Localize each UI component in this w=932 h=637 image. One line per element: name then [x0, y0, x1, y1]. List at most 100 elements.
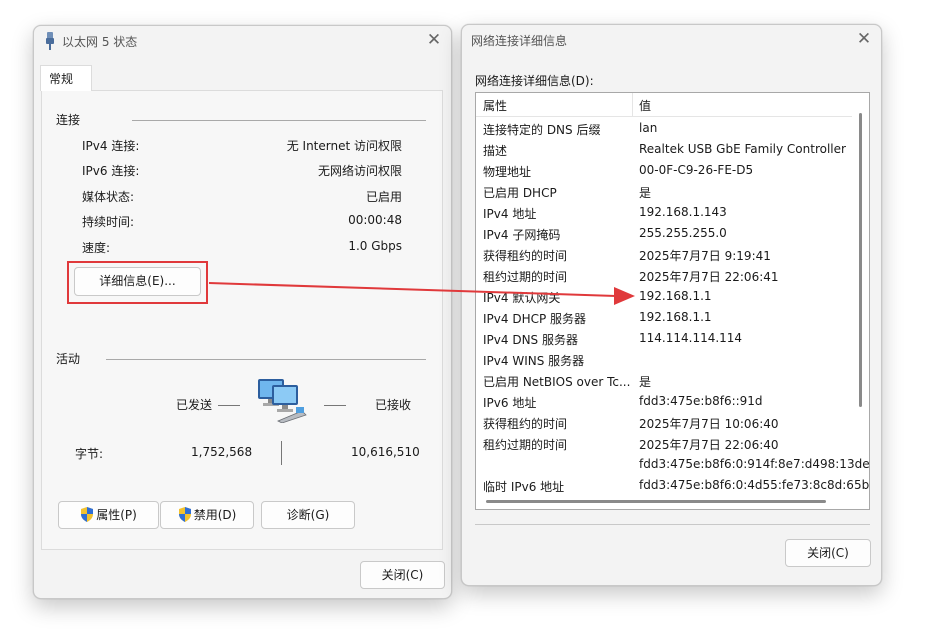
media-state-value: 已启用 [365, 190, 402, 204]
property-cell: 租约过期的时间 [483, 438, 568, 452]
list-item[interactable]: 已启用 NetBIOS over Tc... 是 [476, 370, 852, 391]
divider [475, 524, 870, 525]
window-title: 以太网 5 状态 [62, 35, 138, 49]
property-cell: 描述 [483, 144, 508, 158]
list-item[interactable]: 描述 Realtek USB GbE Family Controller [476, 139, 852, 160]
network-details-window: 网络连接详细信息 ✕ 网络连接详细信息(D): 属性 值 连接特定的 DNS 后… [461, 24, 882, 586]
list-item[interactable]: 连接特定的 DNS 后缀 lan [476, 118, 852, 139]
value-cell: 192.168.1.1 [639, 289, 712, 303]
value-cell: 是 [639, 186, 652, 200]
property-cell: IPv6 地址 [483, 396, 537, 410]
property-cell: 已启用 NetBIOS over Tc... [483, 375, 631, 389]
property-cell: 物理地址 [483, 165, 532, 179]
bytes-sent-value: 1,752,568 [191, 445, 253, 459]
ipv6-connectivity-value: 无网络访问权限 [317, 164, 402, 178]
horizontal-scrollbar[interactable] [486, 500, 826, 503]
value-cell: 2025年7月7日 22:06:40 [639, 438, 779, 452]
value-cell: 2025年7月7日 9:19:41 [639, 249, 771, 263]
value-cell: 00-0F-C9-26-FE-D5 [639, 163, 754, 177]
activity-group-label: 活动 [56, 352, 81, 366]
list-item[interactable]: IPv4 DNS 服务器 114.114.114.114 [476, 328, 852, 349]
property-cell: IPv4 DHCP 服务器 [483, 312, 587, 326]
properties-label: 属性(P) [96, 508, 137, 522]
properties-button[interactable]: 属性(P) [58, 501, 159, 529]
column-header-value[interactable]: 值 [639, 97, 651, 114]
property-cell: 连接特定的 DNS 后缀 [483, 123, 601, 137]
list-item[interactable]: 获得租约的时间 2025年7月7日 9:19:41 [476, 244, 852, 265]
speed-label: 速度: [82, 241, 111, 255]
property-cell: IPv4 DNS 服务器 [483, 333, 578, 347]
property-cell: IPv4 默认网关 [483, 291, 561, 305]
sent-label: 已发送 [176, 398, 213, 412]
ethernet-status-window: 以太网 5 状态 ✕ 连接 IPv4 连接: 无 Internet 访问权限 I… [33, 25, 452, 599]
list-item[interactable]: IPv4 地址 192.168.1.143 [476, 202, 852, 223]
network-adapter-icon [44, 32, 56, 50]
ipv4-connectivity-label: IPv4 连接: [82, 139, 140, 153]
list-item[interactable]: 已启用 DHCP 是 [476, 181, 852, 202]
received-label: 已接收 [375, 398, 412, 412]
close-button[interactable]: 关闭(C) [785, 539, 871, 567]
tab-general[interactable]: 常规 [40, 65, 92, 91]
close-icon[interactable]: ✕ [855, 30, 873, 48]
bytes-label: 字节: [75, 447, 104, 461]
list-item[interactable]: IPv4 子网掩码 255.255.255.0 [476, 223, 852, 244]
diagnose-button[interactable]: 诊断(G) [261, 501, 355, 529]
divider [324, 405, 346, 406]
duration-label: 持续时间: [82, 215, 135, 229]
ipv6-connectivity-label: IPv6 连接: [82, 164, 140, 178]
value-cell: fdd3:475e:b8f6:0:4d55:fe73:8c8d:65b [639, 478, 870, 492]
column-header-property[interactable]: 属性 [483, 97, 507, 114]
property-cell: IPv4 地址 [483, 207, 537, 221]
shield-icon [178, 505, 192, 522]
property-cell: 获得租约的时间 [483, 417, 568, 431]
speed-value: 1.0 Gbps [348, 239, 402, 253]
value-cell: lan [639, 121, 658, 135]
shield-icon [80, 505, 94, 522]
value-cell: 2025年7月7日 22:06:41 [639, 270, 779, 284]
divider [218, 405, 240, 406]
divider [106, 359, 426, 360]
value-cell: 2025年7月7日 10:06:40 [639, 417, 779, 431]
title-bar[interactable]: 网络连接详细信息 ✕ [462, 25, 881, 55]
disable-button[interactable]: 禁用(D) [160, 501, 254, 529]
value-cell: 255.255.255.0 [639, 226, 727, 240]
close-icon[interactable]: ✕ [425, 31, 443, 49]
general-tab-panel: 连接 IPv4 连接: 无 Internet 访问权限 IPv6 连接: 无网络… [41, 90, 443, 550]
list-item[interactable]: 租约过期的时间 2025年7月7日 22:06:41 [476, 265, 852, 286]
divider [632, 93, 633, 117]
duration-value: 00:00:48 [348, 213, 402, 227]
vertical-scrollbar[interactable] [859, 113, 862, 407]
title-bar[interactable]: 以太网 5 状态 ✕ [34, 26, 451, 56]
value-cell: 114.114.114.114 [639, 331, 743, 345]
value-cell: fdd3:475e:b8f6::91d [639, 394, 763, 408]
network-status-icon [256, 377, 308, 424]
list-item[interactable]: IPv4 WINS 服务器 [476, 349, 852, 370]
property-cell: 租约过期的时间 [483, 270, 568, 284]
bytes-received-value: 10,616,510 [351, 445, 420, 459]
list-item[interactable]: fdd3:475e:b8f6:0:914f:8e7:d498:13de [476, 454, 869, 475]
list-item[interactable]: 临时 IPv6 地址 fdd3:475e:b8f6:0:4d55:fe73:8c8… [476, 475, 869, 496]
list-item[interactable]: IPv4 默认网关 192.168.1.1 [476, 286, 852, 307]
list-header: 属性 值 [476, 93, 852, 117]
value-cell: Realtek USB GbE Family Controller [639, 142, 846, 156]
list-item[interactable]: IPv6 地址 fdd3:475e:b8f6::91d [476, 391, 852, 412]
close-button[interactable]: 关闭(C) [360, 561, 445, 589]
media-state-label: 媒体状态: [82, 190, 135, 204]
property-cell: 已启用 DHCP [483, 186, 557, 200]
ipv4-connectivity-value: 无 Internet 访问权限 [286, 139, 402, 153]
value-cell: 是 [639, 375, 652, 389]
list-item[interactable]: 物理地址 00-0F-C9-26-FE-D5 [476, 160, 852, 181]
list-item[interactable]: IPv4 DHCP 服务器 192.168.1.1 [476, 307, 852, 328]
details-list[interactable]: 属性 值 连接特定的 DNS 后缀 lan 描述 Realtek USB GbE F… [475, 92, 870, 510]
window-title: 网络连接详细信息 [471, 34, 568, 48]
property-cell: IPv4 子网掩码 [483, 228, 561, 242]
details-list-label: 网络连接详细信息(D): [475, 74, 594, 88]
property-cell: 获得租约的时间 [483, 249, 568, 263]
list-item[interactable]: 获得租约的时间 2025年7月7日 10:06:40 [476, 412, 852, 433]
property-cell: 临时 IPv6 地址 [483, 480, 565, 494]
value-cell: fdd3:475e:b8f6:0:914f:8e7:d498:13de [639, 457, 870, 471]
property-cell: IPv4 WINS 服务器 [483, 354, 585, 368]
disable-label: 禁用(D) [193, 508, 237, 522]
list-item[interactable]: 租约过期的时间 2025年7月7日 22:06:40 [476, 433, 852, 454]
divider [132, 120, 426, 121]
